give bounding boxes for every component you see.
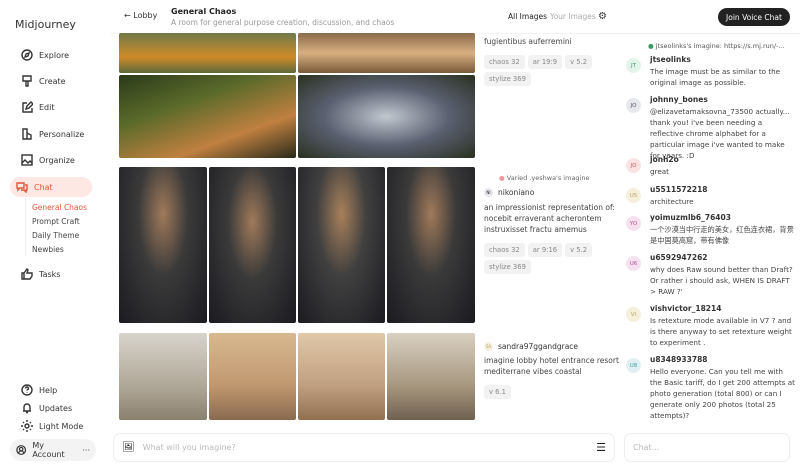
avatar: JO	[626, 158, 641, 173]
sidebar-item-help[interactable]: Help	[15, 380, 63, 400]
divider	[25, 198, 26, 256]
sidebar-item-edit[interactable]: Edit	[15, 97, 61, 117]
message-text: why does Raw sound better than Draft? Or…	[650, 265, 793, 296]
image-glass-pod[interactable]	[298, 75, 475, 158]
avatar: JO	[626, 98, 641, 113]
avatar: VI	[626, 307, 641, 322]
image-icon	[21, 154, 33, 166]
prompt-block: fugientibus auferremini chaos 32 ar 19:9 v…	[484, 36, 619, 86]
avatar: SA	[484, 342, 493, 351]
room-subtitle: A room for general purpose creation, dis…	[171, 18, 395, 27]
personalize-icon	[22, 128, 32, 140]
param-tag: v 6.1	[484, 385, 511, 399]
avatar: U6	[626, 256, 641, 271]
param-tag: v 5.2	[565, 243, 593, 257]
sidebar-item-explore[interactable]: Explore	[15, 45, 75, 65]
username[interactable]: johnny_bones	[650, 95, 708, 104]
chat-input[interactable]	[633, 443, 781, 452]
message-text: Hello everyone. Can you tell me with the…	[650, 367, 795, 420]
param-tag: stylize 369	[484, 72, 531, 86]
sun-icon	[21, 420, 33, 432]
prompt-block: SA sandra97ggandgrace imagine lobby hotel…	[484, 342, 619, 399]
more-icon[interactable]: ···	[82, 446, 90, 455]
compass-icon	[21, 49, 33, 61]
avatar: U8	[626, 358, 641, 373]
username[interactable]: u8348933788	[650, 355, 708, 364]
sidebar-item-tasks[interactable]: Tasks	[15, 264, 66, 284]
image-tram-forest[interactable]	[119, 75, 296, 158]
image-lobby-2[interactable]	[209, 333, 296, 420]
chat-room-newbies[interactable]: Newbies	[32, 245, 64, 254]
avatar: YO	[626, 216, 641, 231]
param-tag: chaos 32	[484, 55, 525, 69]
image-lobby-4[interactable]	[387, 333, 475, 420]
image-lobby-1[interactable]	[119, 333, 207, 420]
user-icon	[16, 445, 27, 455]
param-tag: v 5.2	[565, 55, 593, 69]
username[interactable]: yoimuzmlb6_76403	[650, 213, 731, 222]
param-tag: ar 9:16	[527, 243, 563, 257]
prompt-block: ● Varied .yeshwa's imagine NI nikoniano a…	[484, 174, 619, 274]
username[interactable]: u5511572218	[650, 185, 708, 194]
chat-reply-reference[interactable]: ● jtseolinks's imagine: https://s.mj.run…	[648, 42, 785, 50]
sidebar-item-personalize[interactable]: Personalize	[15, 124, 90, 144]
avatar: JT	[626, 58, 641, 73]
image-portrait-1[interactable]	[119, 167, 207, 323]
username[interactable]: u6592947262	[650, 253, 708, 262]
image-orange-van[interactable]	[119, 33, 296, 73]
tab-all-images[interactable]: All Images	[508, 12, 547, 21]
reply-reference[interactable]: Varied .yeshwa's imagine	[507, 174, 590, 182]
chat-room-daily-theme[interactable]: Daily Theme	[32, 231, 79, 240]
tab-your-images[interactable]: Your Images	[550, 12, 596, 21]
username[interactable]: vishvictor_18214	[650, 304, 721, 313]
message-text: @elizavetamaksovna_73500 actually... tha…	[650, 107, 790, 160]
param-tag: ar 19:9	[527, 55, 563, 69]
image-portrait-3[interactable]	[298, 167, 385, 323]
username[interactable]: jonh2o	[650, 155, 679, 164]
chat-input-box[interactable]	[624, 433, 790, 462]
help-icon	[21, 384, 33, 396]
username[interactable]: sandra97ggandgrace	[498, 342, 578, 351]
sidebar-item-updates[interactable]: Updates	[15, 398, 78, 418]
image-portrait-2[interactable]	[209, 167, 296, 323]
join-voice-chat-button[interactable]: Join Voice Chat	[718, 8, 790, 26]
username[interactable]: jtseolinks	[650, 55, 691, 64]
light-mode-toggle[interactable]: Light Mode	[15, 416, 89, 436]
message-text: The image must be as similar to the orig…	[650, 67, 781, 87]
bell-icon	[23, 403, 31, 414]
edit-icon	[22, 101, 33, 113]
settings-gear-icon[interactable]: ⚙	[598, 11, 607, 22]
settings-sliders-icon[interactable]: ☰	[596, 441, 606, 454]
sidebar-item-create[interactable]: Create	[15, 71, 72, 91]
image-flying-ship[interactable]	[298, 33, 475, 73]
imagine-input[interactable]	[142, 443, 589, 452]
avatar: NI	[484, 188, 493, 197]
imagine-bar[interactable]: 🖼 ☰	[113, 433, 615, 462]
sidebar-item-chat[interactable]: Chat	[10, 177, 92, 197]
thumbs-up-icon	[21, 268, 33, 280]
message-text: great	[650, 167, 670, 176]
param-tag: chaos 32	[484, 243, 525, 257]
image-portrait-4[interactable]	[387, 167, 475, 323]
avatar: U5	[626, 188, 641, 203]
username[interactable]: nikoniano	[498, 188, 534, 197]
chat-room-general-chaos[interactable]: General Chaos	[32, 203, 87, 212]
message-text: Is retexture mode available in V7 ? and …	[650, 316, 792, 347]
room-title: General Chaos	[171, 7, 237, 16]
sidebar-item-organize[interactable]: Organize	[15, 150, 81, 170]
app-logo: Midjourney	[15, 18, 76, 31]
chat-room-prompt-craft[interactable]: Prompt Craft	[32, 217, 80, 226]
param-tag: stylize 369	[484, 260, 531, 274]
message-text: 一个沙漠当中行走的美女，红色连衣裙，背景是中国莫高窟，带有佛像	[650, 225, 794, 245]
back-to-lobby[interactable]: ← Lobby	[124, 11, 157, 20]
image-upload-icon[interactable]: 🖼	[122, 442, 135, 453]
my-account-button[interactable]: My Account ···	[10, 439, 96, 461]
arrow-left-icon: ←	[124, 11, 131, 20]
message-text: architecture	[650, 197, 694, 206]
brush-icon	[22, 75, 32, 87]
chat-icon	[16, 182, 28, 193]
image-lobby-3[interactable]	[298, 333, 385, 420]
